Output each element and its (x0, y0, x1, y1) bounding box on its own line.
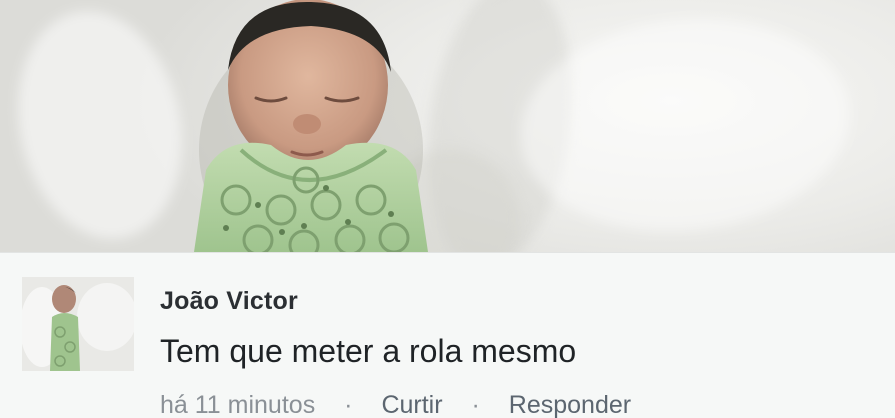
comment: João Victor Tem que meter a rola mesmo h… (0, 252, 895, 418)
separator-dot: · (344, 391, 353, 418)
comment-meta: há 11 minutos · Curtir · Responder (160, 391, 631, 418)
avatar[interactable] (22, 277, 134, 371)
separator-dot: · (471, 391, 480, 418)
screenshot-frame: João Victor Tem que meter a rola mesmo h… (0, 0, 895, 418)
reply-link[interactable]: Responder (509, 391, 631, 418)
comment-timestamp[interactable]: há 11 minutos (160, 391, 315, 418)
comment-author-name[interactable]: João Victor (160, 287, 298, 316)
post-photo[interactable] (0, 0, 895, 252)
baby-illustration (186, 0, 436, 252)
like-link[interactable]: Curtir (381, 391, 442, 418)
blanket-fold (0, 0, 203, 252)
comment-text: Tem que meter a rola mesmo (160, 333, 577, 369)
